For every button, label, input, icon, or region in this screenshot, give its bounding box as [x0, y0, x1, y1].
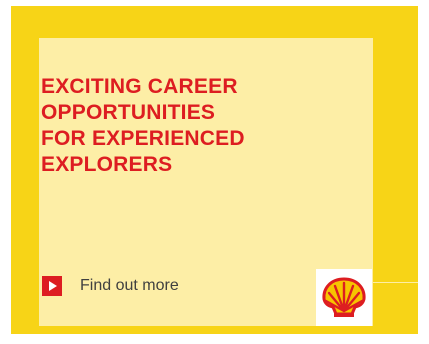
- headline-line-3: FOR EXPERIENCED: [41, 127, 245, 150]
- headline-line-4: EXPLORERS: [41, 153, 173, 176]
- shell-logo[interactable]: [316, 269, 372, 326]
- find-out-more-label: Find out more: [80, 277, 179, 294]
- play-icon[interactable]: [42, 276, 62, 296]
- page: EXCITING CAREER OPPORTUNITIES FOR EXPERI…: [0, 0, 429, 344]
- ad-headline: EXCITING CAREER OPPORTUNITIES FOR EXPERI…: [41, 74, 245, 178]
- headline-line-2: OPPORTUNITIES: [41, 101, 216, 124]
- find-out-more-link[interactable]: Find out more: [42, 276, 179, 296]
- career-banner-ad[interactable]: EXCITING CAREER OPPORTUNITIES FOR EXPERI…: [11, 6, 418, 334]
- logo-divider: [373, 282, 418, 283]
- headline-line-1: EXCITING CAREER: [41, 75, 238, 98]
- shell-pecten-logo-icon: [322, 277, 366, 317]
